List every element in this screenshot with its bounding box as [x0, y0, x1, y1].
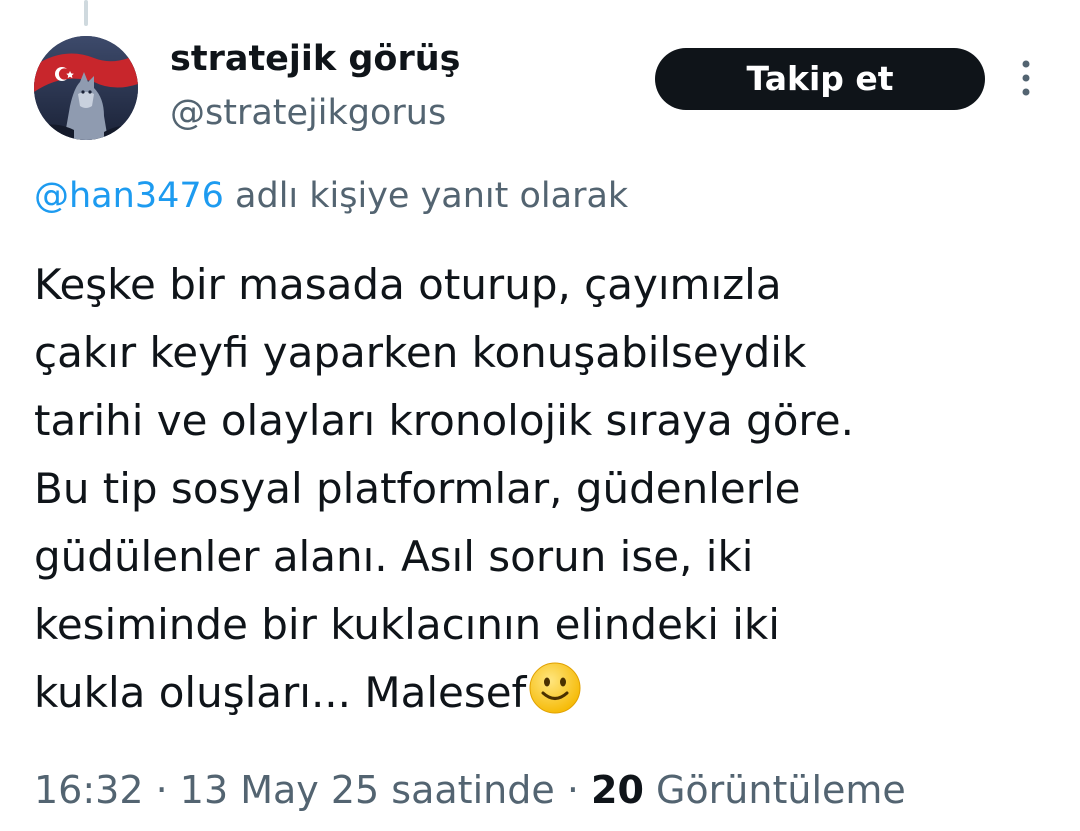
follow-button[interactable]: Takip et [655, 48, 985, 110]
tweet-metadata: 16:32 · 13 May 25 saatinde · 20 Görüntül… [34, 764, 906, 816]
thread-connector-line [84, 0, 88, 26]
tweet-text-line: kukla oluşları... Malesef [34, 668, 527, 717]
more-vertical-icon[interactable] [1014, 58, 1038, 102]
tweet-text-line: Keşke bir masada oturup, çayımızla [34, 260, 782, 309]
tweet-text-line: Bu tip sosyal platformlar, güdenlerle [34, 464, 801, 513]
avatar[interactable] [34, 36, 138, 140]
tweet-text-line: tarihi ve olayları kronolojik sıraya gör… [34, 396, 854, 445]
tweet-text: Keşke bir masada oturup, çayımızla çakır… [34, 251, 1064, 727]
tweet-time[interactable]: 16:32 [34, 768, 144, 812]
reply-to-handle-link[interactable]: @han3476 [34, 176, 224, 216]
tweet-date[interactable]: 13 May 25 saatinde [180, 768, 555, 812]
tweet-text-line: kesiminde bir kuklacının elindeki iki [34, 600, 780, 649]
views-count[interactable]: 20 [591, 768, 644, 812]
views-label[interactable]: Görüntüleme [656, 768, 906, 812]
slightly-smiling-face-icon [529, 662, 581, 714]
tweet-text-line: çakır keyfi yaparken konuşabilseydik [34, 328, 807, 377]
wolf-flag-avatar-icon [34, 36, 138, 140]
author-handle[interactable]: @stratejikgorus [170, 90, 446, 136]
reply-context: @han3476 adlı kişiye yanıt olarak [34, 172, 628, 220]
reply-context-suffix: adlı kişiye yanıt olarak [235, 176, 629, 216]
tweet-text-last-line: kukla oluşları... Malesef [34, 659, 1064, 727]
tweet-text-line: güdülenler alanı. Asıl sorun ise, iki [34, 532, 754, 581]
author-display-name[interactable]: stratejik görüş [170, 36, 460, 82]
meta-separator: · [155, 768, 168, 812]
meta-separator: · [566, 768, 579, 812]
